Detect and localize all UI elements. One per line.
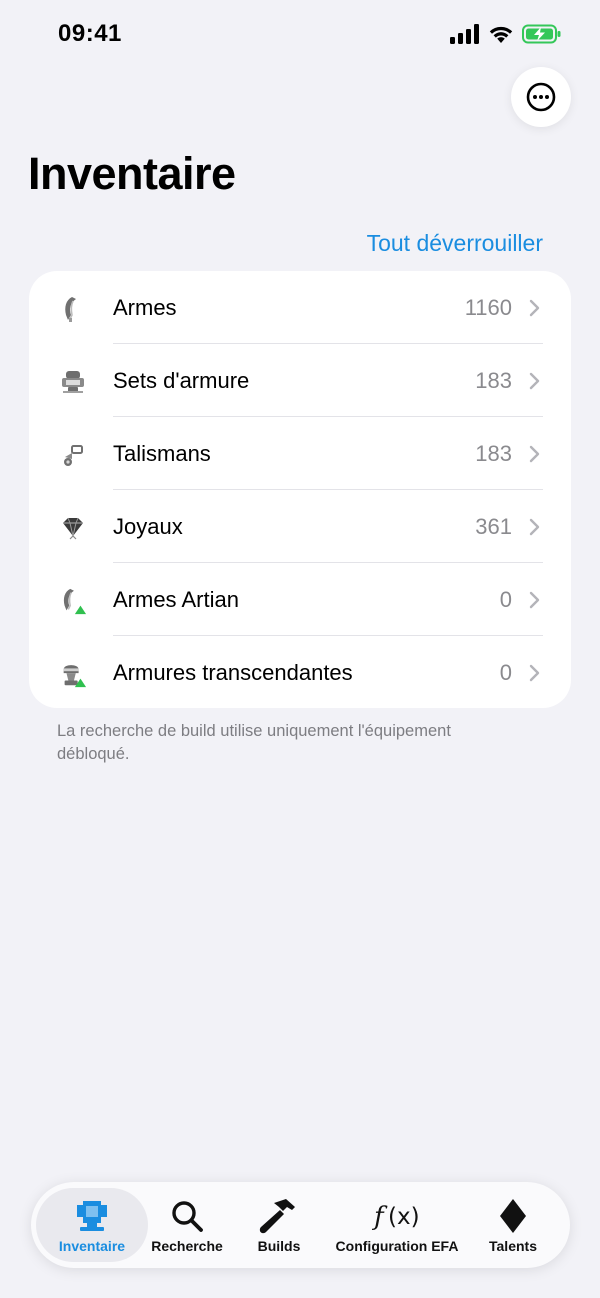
status-bar: 09:41 xyxy=(0,0,600,70)
chevron-right-icon xyxy=(529,591,540,609)
chevron-right-icon xyxy=(529,299,540,317)
row-count: 0 xyxy=(499,586,512,612)
inventory-screen: 09:41 Inventaire Tout déverrouiller Arme… xyxy=(0,0,600,1298)
armor-set-icon xyxy=(59,368,87,396)
inventory-row-transcendent-armor[interactable]: Armures transcendantes 0 xyxy=(29,636,571,708)
search-icon xyxy=(170,1198,204,1234)
status-time: 09:41 xyxy=(58,20,122,47)
page-title: Inventaire xyxy=(28,148,236,199)
more-ellipsis-icon xyxy=(526,82,556,112)
row-label: Joyaux xyxy=(113,513,183,539)
status-icons xyxy=(450,24,562,44)
tab-inventaire[interactable]: Inventaire xyxy=(36,1188,148,1262)
inventory-row-artian-weapons[interactable]: Armes Artian 0 xyxy=(29,563,571,636)
row-count: 361 xyxy=(475,513,512,539)
tab-talents[interactable]: Talents xyxy=(477,1188,549,1262)
inventory-row-jewels[interactable]: Joyaux 361 xyxy=(29,490,571,563)
row-label: Sets d'armure xyxy=(113,367,250,393)
row-label: Talismans xyxy=(113,440,211,466)
cellular-signal-icon xyxy=(450,24,479,44)
chevron-right-icon xyxy=(529,372,540,390)
inventory-row-weapons[interactable]: Armes 1160 xyxy=(29,271,571,344)
unlock-all-button[interactable]: Tout déverrouiller xyxy=(367,230,543,257)
footnote: La recherche de build utilise uniquement… xyxy=(57,722,451,763)
more-options-button[interactable] xyxy=(511,67,571,127)
chevron-right-icon xyxy=(529,518,540,536)
row-count: 0 xyxy=(499,659,512,685)
artian-weapon-icon xyxy=(59,587,87,615)
hammer-icon xyxy=(259,1198,299,1234)
row-count: 1160 xyxy=(464,294,512,320)
tab-label: Configuration EFA xyxy=(335,1238,459,1254)
row-count: 183 xyxy=(475,440,512,466)
tab-builds[interactable]: Builds xyxy=(241,1188,317,1262)
row-label: Armes xyxy=(113,294,177,320)
tab-configuration-efa[interactable]: ƒ (x) Configuration EFA xyxy=(329,1188,465,1262)
weapon-icon xyxy=(59,295,87,323)
inventory-row-talismans[interactable]: Talismans 183 xyxy=(29,417,571,490)
inventory-list: Armes 1160 Sets d'armure 183 Talismans 1… xyxy=(29,271,571,708)
svg-text:(x): (x) xyxy=(388,1204,420,1230)
diamond-icon xyxy=(498,1198,528,1234)
function-icon: ƒ (x) xyxy=(372,1198,422,1234)
talisman-icon xyxy=(59,441,87,469)
tab-label: Inventaire xyxy=(58,1238,126,1254)
row-count: 183 xyxy=(475,367,512,393)
row-label: Armes Artian xyxy=(113,586,239,612)
row-label: Armures transcendantes xyxy=(113,659,353,685)
svg-text:ƒ: ƒ xyxy=(372,1202,388,1232)
tab-bar: Inventaire Recherche Builds ƒ (x) Config… xyxy=(31,1182,570,1268)
jewel-icon xyxy=(59,514,87,542)
chevron-right-icon xyxy=(529,445,540,463)
tab-label: Talents xyxy=(489,1238,537,1254)
chevron-right-icon xyxy=(529,664,540,682)
tab-recherche[interactable]: Recherche xyxy=(144,1188,230,1262)
tab-label: Recherche xyxy=(151,1238,223,1254)
inventory-row-armor-sets[interactable]: Sets d'armure 183 xyxy=(29,344,571,417)
tab-label: Builds xyxy=(257,1238,301,1254)
wifi-icon xyxy=(489,26,513,43)
battery-charging-icon xyxy=(522,24,561,44)
transcendent-armor-icon xyxy=(59,660,87,688)
armor-icon xyxy=(74,1198,110,1234)
